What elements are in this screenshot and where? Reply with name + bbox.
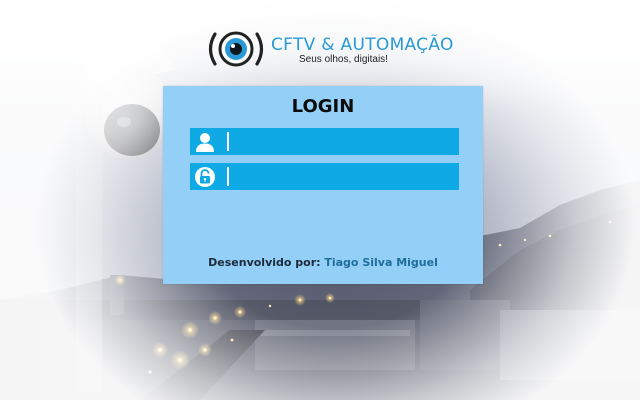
login-title: LOGIN bbox=[291, 96, 355, 117]
password-field[interactable] bbox=[190, 163, 459, 190]
login-page: CFTV & AUTOMAÇÃO Seus olhos, digitais! L… bbox=[0, 0, 640, 400]
credits-label: Desenvolvido por: bbox=[208, 256, 325, 269]
brand-tagline: Seus olhos, digitais! bbox=[299, 54, 388, 65]
login-panel: LOGIN Desenvolvido por: Tiago Silva Migu bbox=[163, 86, 483, 284]
username-input[interactable] bbox=[232, 130, 454, 153]
username-field[interactable] bbox=[190, 128, 459, 155]
padlock-icon bbox=[195, 167, 215, 187]
password-divider bbox=[227, 167, 229, 186]
credits-author: Tiago Silva Miguel bbox=[324, 256, 438, 269]
username-divider bbox=[227, 132, 229, 151]
camera-eye-icon bbox=[208, 31, 264, 67]
brand-title: CFTV & AUTOMAÇÃO bbox=[271, 35, 454, 55]
brand-logo: CFTV & AUTOMAÇÃO Seus olhos, digitais! bbox=[205, 28, 453, 70]
user-icon bbox=[196, 133, 214, 152]
password-input[interactable] bbox=[232, 165, 454, 188]
credits-line: Desenvolvido por: Tiago Silva Miguel bbox=[163, 256, 483, 269]
